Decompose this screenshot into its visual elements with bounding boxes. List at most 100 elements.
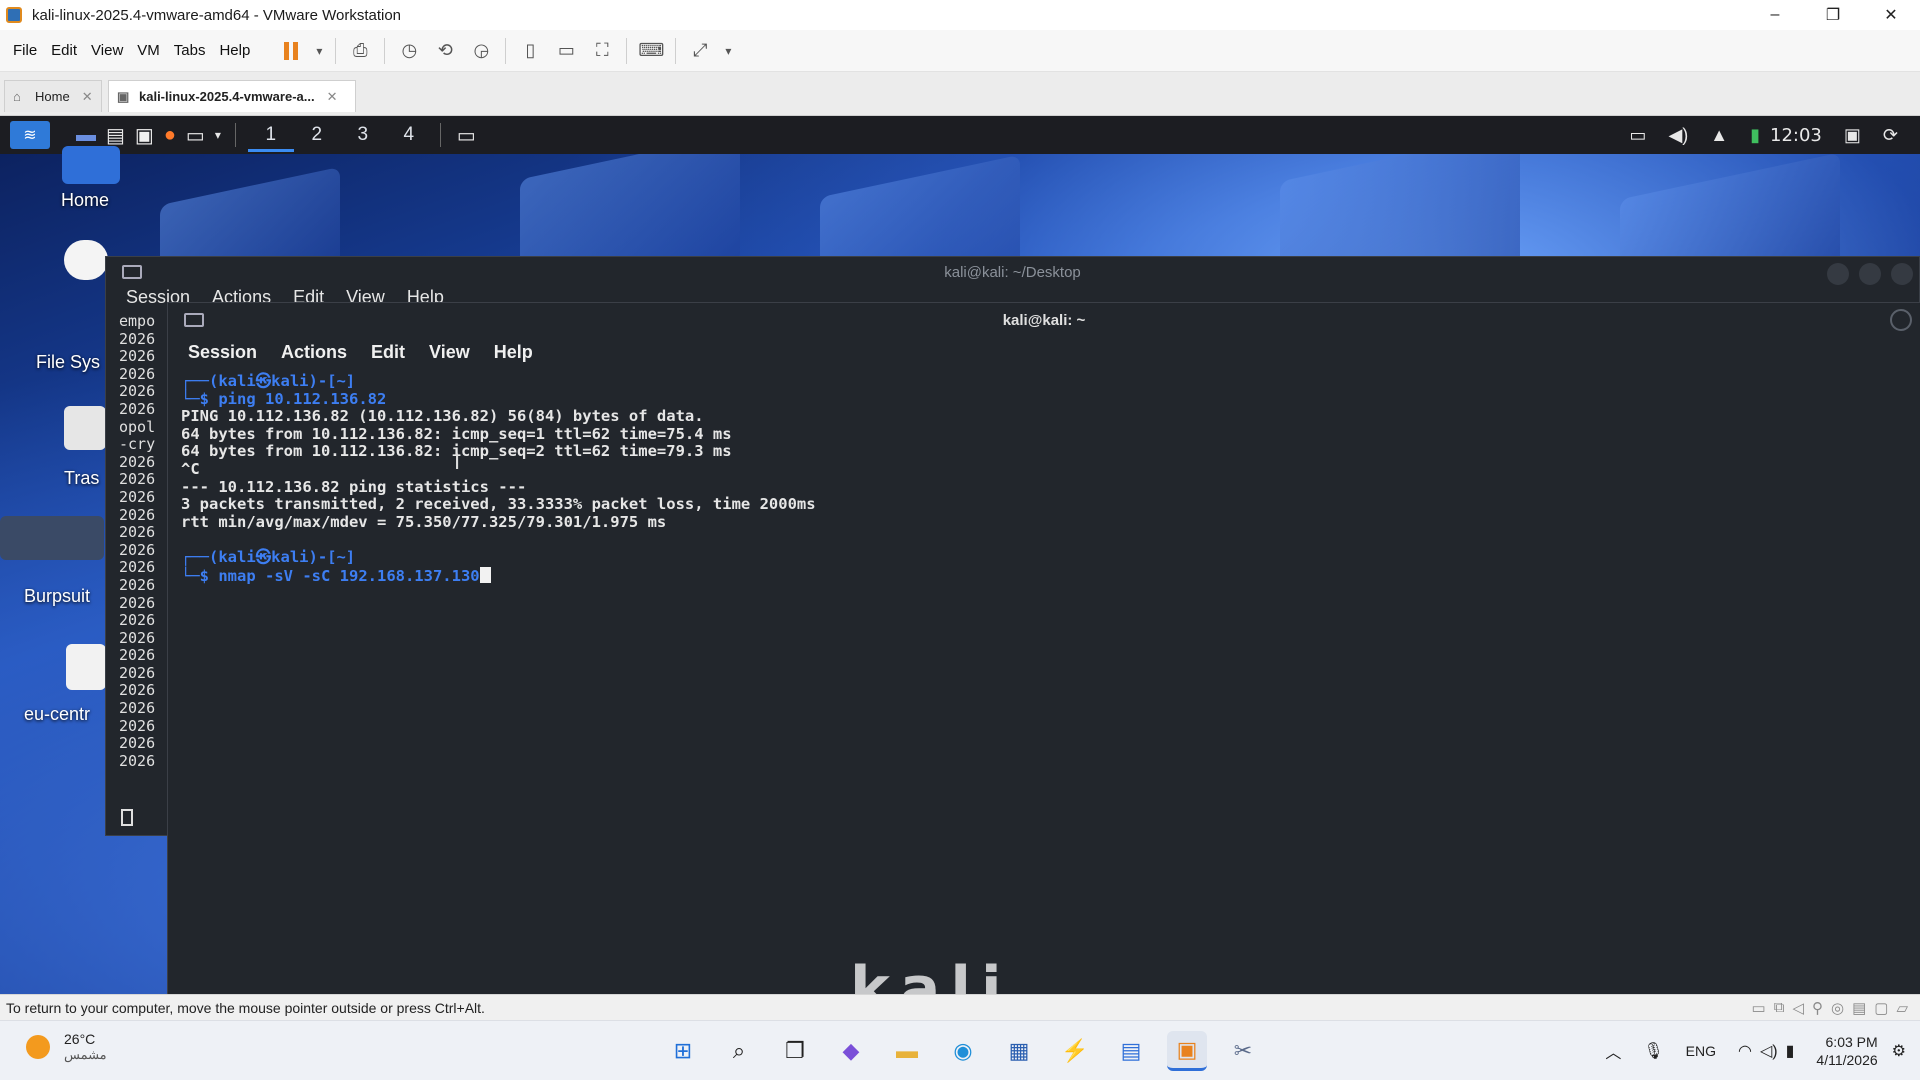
- desktop-icon-trash[interactable]: Tras: [64, 468, 99, 489]
- lock-icon[interactable]: ▣: [1844, 125, 1861, 146]
- prompt-header: ┌──(kali㉿kali)-[~]: [181, 547, 356, 566]
- restore-button[interactable]: ❐: [1804, 0, 1862, 30]
- thumbnail-bar-icon[interactable]: ▭: [548, 36, 584, 66]
- taskbar-clock[interactable]: 6:03 PM 4/11/2026: [1816, 1033, 1877, 1069]
- network-adapter-icon[interactable]: ⧉: [1774, 999, 1785, 1017]
- snapshot-manager-icon[interactable]: ◶: [463, 36, 499, 66]
- trash-icon[interactable]: [64, 406, 106, 450]
- usb-icon[interactable]: ⚲: [1812, 999, 1823, 1017]
- minimize-button[interactable]: –: [1746, 0, 1804, 30]
- notification-bell-icon[interactable]: ▲: [1710, 125, 1728, 146]
- output-line: 2026: [119, 452, 156, 471]
- output-line: --- 10.112.136.82 ping statistics ---: [181, 477, 527, 496]
- microphone-icon[interactable]: 🎙: [1643, 1041, 1663, 1061]
- menu-help[interactable]: Help: [494, 342, 533, 363]
- search-icon[interactable]: ⌕: [719, 1031, 759, 1071]
- terminal-output[interactable]: empo 2026 2026 2026 2026 2026 opol -cry 2026 2026…: [119, 313, 171, 770]
- language-indicator[interactable]: ENG: [1686, 1043, 1716, 1059]
- weather-widget[interactable]: 26°C مشمس: [26, 1031, 107, 1063]
- window-control-button[interactable]: [1890, 309, 1912, 331]
- menu-tabs[interactable]: Tabs: [167, 42, 213, 59]
- sun-icon: [26, 1035, 50, 1059]
- desktop-icon-eu-central[interactable]: eu-centr: [24, 704, 90, 725]
- battery-icon[interactable]: ▮: [1750, 125, 1760, 146]
- menu-view[interactable]: View: [429, 342, 470, 363]
- menu-edit[interactable]: Edit: [44, 42, 84, 59]
- firefox-icon[interactable]: ●: [164, 121, 176, 149]
- maximize-button[interactable]: [1859, 263, 1881, 285]
- snapshot-icon[interactable]: ◷: [391, 36, 427, 66]
- library-view-icon[interactable]: ▯: [512, 36, 548, 66]
- pause-icon[interactable]: [273, 36, 309, 66]
- wifi-icon[interactable]: ◠: [1738, 1041, 1752, 1061]
- edge-icon[interactable]: ◉: [943, 1031, 983, 1071]
- volume-icon[interactable]: ◀): [1668, 125, 1688, 146]
- terminal-output[interactable]: ┌──(kali㉿kali)-[~] └─$ ping 10.112.136.8…: [168, 367, 1920, 585]
- close-icon[interactable]: ✕: [82, 89, 93, 105]
- notepad-icon[interactable]: ▤: [1111, 1031, 1151, 1071]
- menu-vm[interactable]: VM: [130, 42, 167, 59]
- kali-menu-icon[interactable]: ≋: [10, 121, 50, 149]
- console-view-icon[interactable]: ⌨: [633, 36, 669, 66]
- sound-card-icon[interactable]: ◁: [1792, 999, 1804, 1017]
- close-icon[interactable]: ✕: [327, 89, 338, 105]
- full-screen-icon[interactable]: ⛶: [584, 36, 620, 66]
- terminal-task-icon[interactable]: ▭: [457, 121, 476, 149]
- home-folder-icon[interactable]: [62, 146, 120, 184]
- output-line: 64 bytes from 10.112.136.82: icmp_seq=1 …: [181, 424, 732, 443]
- close-button[interactable]: ✕: [1862, 0, 1920, 30]
- send-ctrl-alt-del-icon[interactable]: ⎙: [342, 36, 378, 66]
- show-desktop-icon[interactable]: ▬: [76, 121, 96, 149]
- copilot-icon[interactable]: ◆: [831, 1031, 871, 1071]
- chevron-up-icon[interactable]: ︿: [1605, 1039, 1621, 1063]
- minimize-button[interactable]: [1827, 263, 1849, 285]
- guest-screen[interactable]: ≋ ▬ ▤ ▣ ● ▭ ▾ 1 2 3 4 ▭ ▭ ◀) ▲ ▮ 12:03 ▣…: [0, 116, 1920, 994]
- notification-icon[interactable]: ⚙: [1892, 1041, 1906, 1061]
- message-log-icon[interactable]: ▱: [1896, 999, 1908, 1017]
- menu-help[interactable]: Help: [212, 42, 257, 59]
- chevron-down-icon[interactable]: ▾: [718, 36, 738, 66]
- revert-snapshot-icon[interactable]: ⟲: [427, 36, 463, 66]
- workspace-2[interactable]: 2: [294, 124, 340, 146]
- chevron-down-icon[interactable]: ▾: [309, 36, 329, 66]
- stretch-guest-icon[interactable]: ⤢: [682, 36, 718, 66]
- close-button[interactable]: [1891, 263, 1913, 285]
- file-explorer-icon[interactable]: ▬: [887, 1031, 927, 1071]
- printer-icon[interactable]: ▤: [1852, 999, 1866, 1017]
- display-icon[interactable]: ▢: [1874, 999, 1888, 1017]
- tab-kali-vm[interactable]: ▣ kali-linux-2025.4-vmware-a... ✕: [108, 80, 356, 112]
- desktop-icon-file-system[interactable]: File Sys: [36, 352, 100, 373]
- workspace-4[interactable]: 4: [386, 124, 432, 146]
- chevron-down-icon[interactable]: ▾: [215, 121, 221, 149]
- menu-edit[interactable]: Edit: [371, 342, 405, 363]
- menu-view[interactable]: View: [84, 42, 130, 59]
- battery-icon[interactable]: ▮: [1786, 1041, 1795, 1061]
- menu-actions[interactable]: Actions: [281, 342, 347, 363]
- workspace-3[interactable]: 3: [340, 124, 386, 146]
- tab-home[interactable]: ⌂ Home ✕: [4, 80, 102, 112]
- menu-file[interactable]: File: [6, 42, 44, 59]
- start-menu-icon[interactable]: ⊞: [663, 1031, 703, 1071]
- store-icon[interactable]: ▦: [999, 1031, 1039, 1071]
- volume-icon[interactable]: ◁): [1760, 1041, 1778, 1061]
- cd-drive-icon[interactable]: ◎: [1831, 999, 1844, 1017]
- display-icon[interactable]: ▭: [1629, 125, 1646, 146]
- terminal-icon[interactable]: ▭: [186, 121, 205, 149]
- terminal-window-home[interactable]: kali@kali: ~ Session Actions Edit View H…: [167, 302, 1920, 994]
- hard-disk-icon[interactable]: ▭: [1752, 999, 1766, 1017]
- desktop-icon-burpsuite[interactable]: Burpsuit: [24, 586, 90, 607]
- document-icon[interactable]: [66, 644, 106, 690]
- task-view-icon[interactable]: ❐: [775, 1031, 815, 1071]
- power-icon[interactable]: ⟳: [1883, 125, 1898, 146]
- file-system-icon[interactable]: [64, 240, 108, 280]
- snipping-tool-icon[interactable]: ✂: [1223, 1031, 1263, 1071]
- vmware-icon[interactable]: ▣: [1167, 1031, 1207, 1071]
- text-editor-icon[interactable]: ▣: [135, 121, 154, 149]
- desktop-icon-home[interactable]: Home: [61, 190, 109, 211]
- kali-clock[interactable]: 12:03: [1770, 125, 1822, 146]
- file-manager-icon[interactable]: ▤: [106, 121, 125, 149]
- menu-session[interactable]: Session: [188, 342, 257, 363]
- app-icon[interactable]: ⚡: [1055, 1031, 1095, 1071]
- burpsuite-icon[interactable]: [0, 516, 104, 560]
- workspace-1[interactable]: 1: [247, 118, 294, 152]
